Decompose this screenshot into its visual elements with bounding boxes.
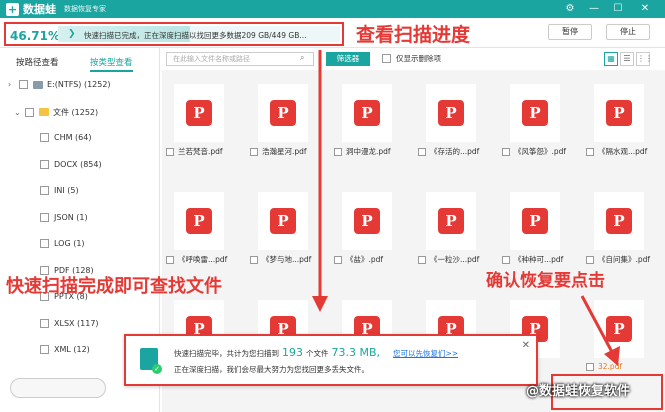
scan-complete-popup: 快速扫描完毕，共计为您扫描到 193 个文件 73.3 MB, 您可以先恢复们>… xyxy=(124,334,538,386)
popup-close-icon[interactable]: ✕ xyxy=(522,340,530,351)
arrow-down-head xyxy=(312,296,328,312)
popup-line-2: 正在深度扫描，我们会尽最大努力为您找回更多丢失文件。 xyxy=(174,365,369,374)
scan-complete-icon xyxy=(140,348,162,374)
recover-first-link[interactable]: 您可以先恢复们>> xyxy=(393,348,458,359)
popup-file-count: 193 xyxy=(282,346,303,359)
popup-prefix: 快速扫描完毕，共计为您扫描到 xyxy=(174,349,279,358)
arrow-diagonal-line xyxy=(580,295,614,353)
popup-line-1: 快速扫描完毕，共计为您扫描到 193 个文件 73.3 MB, 您可以先恢复们>… xyxy=(174,346,458,359)
back-button[interactable] xyxy=(10,378,106,398)
watermark: @数据蛙恢复软件 xyxy=(526,384,631,399)
popup-count-suffix: 个文件 xyxy=(306,349,329,358)
popup-file-size: 73.3 MB, xyxy=(331,346,381,359)
